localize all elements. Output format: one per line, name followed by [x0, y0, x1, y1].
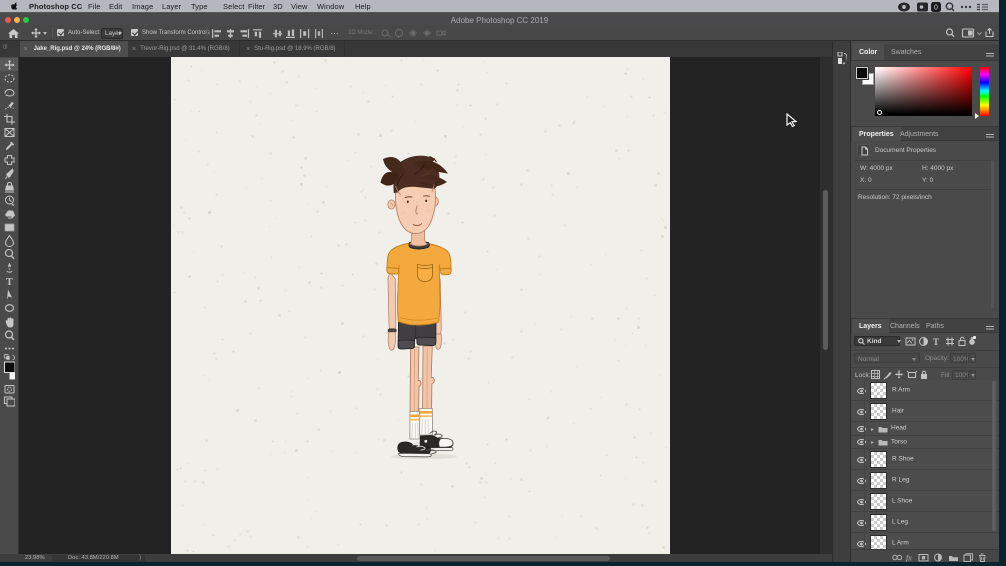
svg-text:T: T — [6, 277, 13, 288]
svg-text:0: 0 — [934, 4, 938, 11]
svg-text:T: T — [933, 337, 939, 347]
svg-text:fx: fx — [906, 553, 912, 562]
